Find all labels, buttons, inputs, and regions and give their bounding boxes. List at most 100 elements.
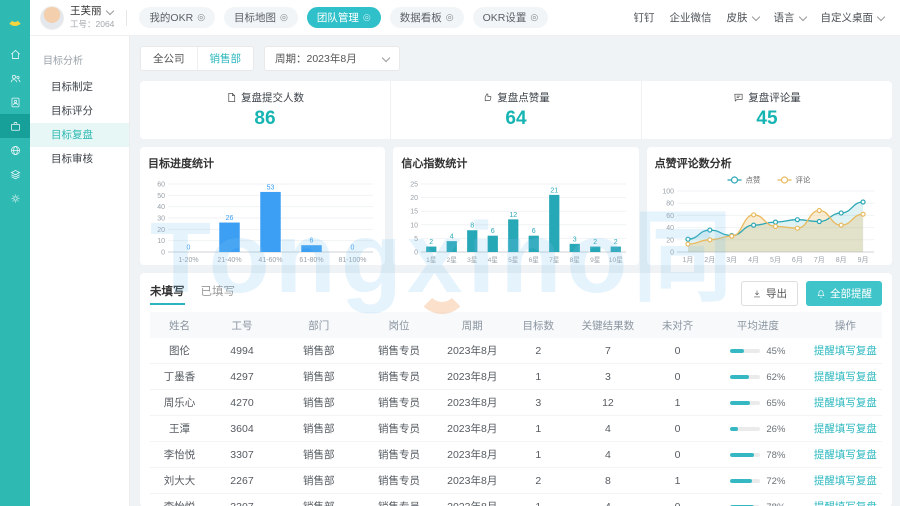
topbar-menu-item[interactable]: 企业微信 xyxy=(670,10,712,25)
topbar-tab[interactable]: 团队管理 ◎ xyxy=(307,7,381,28)
svg-text:15: 15 xyxy=(411,209,419,216)
rail-workspace[interactable] xyxy=(0,114,30,138)
progress-bar xyxy=(730,479,760,483)
target-icon: ◎ xyxy=(530,12,538,23)
stat-value: 86 xyxy=(140,108,390,130)
rail-profile-doc[interactable] xyxy=(0,90,30,114)
topbar-menu-item[interactable]: 语言 xyxy=(774,10,806,25)
remind-fill-link[interactable]: 提醒填写复盘 xyxy=(814,371,877,383)
svg-text:1月: 1月 xyxy=(682,256,693,264)
id-card-icon xyxy=(9,96,22,109)
topbar-tab-label: 目标地图 xyxy=(234,10,276,25)
svg-text:8: 8 xyxy=(471,223,475,230)
topbar-tab[interactable]: 我的OKR◎ xyxy=(139,7,215,28)
chevron-down-icon xyxy=(877,12,885,20)
remind-fill-link[interactable]: 提醒填写复盘 xyxy=(814,475,877,487)
svg-text:4: 4 xyxy=(450,234,454,241)
topbar-menu: 钉钉企业微信皮肤语言自定义桌面 xyxy=(634,10,885,25)
target-icon: ◎ xyxy=(363,12,371,23)
remind-fill-link[interactable]: 提醒填写复盘 xyxy=(814,423,877,435)
remind-fill-link[interactable]: 提醒填写复盘 xyxy=(814,397,877,409)
table-cell: 1 xyxy=(509,442,568,468)
table-tab[interactable]: 已填写 xyxy=(201,283,236,305)
progress-label: 72% xyxy=(766,476,785,487)
scope-dept-button[interactable]: 销售部 xyxy=(197,47,254,70)
svg-text:5: 5 xyxy=(414,236,418,243)
progress-label: 62% xyxy=(766,372,785,383)
svg-text:10: 10 xyxy=(411,222,419,229)
topbar-tab[interactable]: 目标地图◎ xyxy=(224,7,298,28)
table-head: 未填写已填写 导出 全部提醒 xyxy=(150,281,882,306)
filter-bar: 全公司 销售部 周期：2023年8月 xyxy=(140,46,892,71)
topbar-menu-item[interactable]: 皮肤 xyxy=(727,10,759,25)
export-button[interactable]: 导出 xyxy=(741,281,798,306)
table-row: 李怡悦3307销售部销售专员2023年8月14078%提醒填写复盘 xyxy=(150,494,882,506)
user-info[interactable]: 王芙丽 工号：2064 xyxy=(70,6,114,29)
progress-cell: 65% xyxy=(707,390,809,416)
progress-bar xyxy=(730,401,760,405)
column-header: 周期 xyxy=(436,312,509,338)
table-cell: 2 xyxy=(509,338,568,364)
document-icon xyxy=(226,92,237,103)
table-cell: 销售专员 xyxy=(362,468,435,494)
rail-settings[interactable] xyxy=(0,186,30,210)
table-body: 图伦4994销售部销售专员2023年8月27045%提醒填写复盘丁墨香4297销… xyxy=(150,338,882,506)
table-cell: 图伦 xyxy=(150,338,209,364)
rail-network[interactable] xyxy=(0,138,30,162)
svg-text:0: 0 xyxy=(414,250,418,257)
period-select[interactable]: 周期：2023年8月 xyxy=(264,46,400,71)
target-icon: ◎ xyxy=(446,12,454,23)
table-cell: 3 xyxy=(568,364,648,390)
progress-bar xyxy=(730,427,760,431)
smile-logo-icon xyxy=(7,10,23,26)
svg-text:1-20%: 1-20% xyxy=(178,257,198,264)
topbar-menu-item[interactable]: 钉钉 xyxy=(634,10,655,25)
app-logo[interactable] xyxy=(0,0,30,36)
likes-comments-line-chart: 0204060801001月2月3月4月5月6月7月8月9月点赞评论 xyxy=(655,173,884,265)
remind-all-button[interactable]: 全部提醒 xyxy=(806,281,882,306)
remind-fill-link[interactable]: 提醒填写复盘 xyxy=(814,501,877,506)
table-cell: 销售专员 xyxy=(362,390,435,416)
progress-cell: 45% xyxy=(707,338,809,364)
table-cell: 1 xyxy=(509,494,568,506)
rail-layers[interactable] xyxy=(0,162,30,186)
rail-team[interactable] xyxy=(0,66,30,90)
charts-row: 目标进度统计 010203040506001-20%2621-40%5341-6… xyxy=(140,147,892,265)
table-cell: 丁墨香 xyxy=(150,364,209,390)
table-cell: 0 xyxy=(648,416,707,442)
sidebar-item[interactable]: 目标评分 xyxy=(30,99,129,123)
sidebar-item[interactable]: 目标审核 xyxy=(30,147,129,171)
progress-label: 65% xyxy=(766,398,785,409)
user-name: 王芙丽 xyxy=(70,6,102,18)
topbar-tab[interactable]: OKR设置◎ xyxy=(473,7,549,28)
svg-text:6星: 6星 xyxy=(529,256,540,264)
table-cell: 销售部 xyxy=(275,494,362,506)
sidebar-item[interactable]: 目标制定 xyxy=(30,75,129,99)
topbar-tab-label: 团队管理 xyxy=(317,10,359,25)
stat-comments: 复盘评论量 45 xyxy=(642,81,892,139)
bell-icon xyxy=(816,289,826,299)
table-cell: 4 xyxy=(568,442,648,468)
table-tab[interactable]: 未填写 xyxy=(150,283,185,305)
table-row: 图伦4994销售部销售专员2023年8月27045%提醒填写复盘 xyxy=(150,338,882,364)
scope-all-button[interactable]: 全公司 xyxy=(141,47,197,70)
user-id: 工号：2064 xyxy=(70,20,114,29)
table-cell: 销售专员 xyxy=(362,364,435,390)
stat-likes: 复盘点赞量 64 xyxy=(391,81,642,139)
stat-label: 复盘评论量 xyxy=(748,90,801,105)
comment-icon xyxy=(733,92,744,103)
briefcase-icon xyxy=(9,120,22,133)
topbar-menu-item[interactable]: 自定义桌面 xyxy=(821,10,885,25)
svg-text:7星: 7星 xyxy=(549,256,560,264)
svg-text:12: 12 xyxy=(510,212,518,219)
topbar-tab[interactable]: 数据看板◎ xyxy=(390,7,464,28)
sidebar-item[interactable]: 目标复盘 xyxy=(30,123,129,147)
table-cell: 2023年8月 xyxy=(436,442,509,468)
progress-label: 78% xyxy=(766,502,785,506)
svg-text:6: 6 xyxy=(491,228,495,235)
remind-fill-link[interactable]: 提醒填写复盘 xyxy=(814,345,877,357)
menu-item-label: 钉钉 xyxy=(634,10,655,25)
avatar[interactable] xyxy=(40,6,64,30)
remind-fill-link[interactable]: 提醒填写复盘 xyxy=(814,449,877,461)
rail-home[interactable] xyxy=(0,42,30,66)
